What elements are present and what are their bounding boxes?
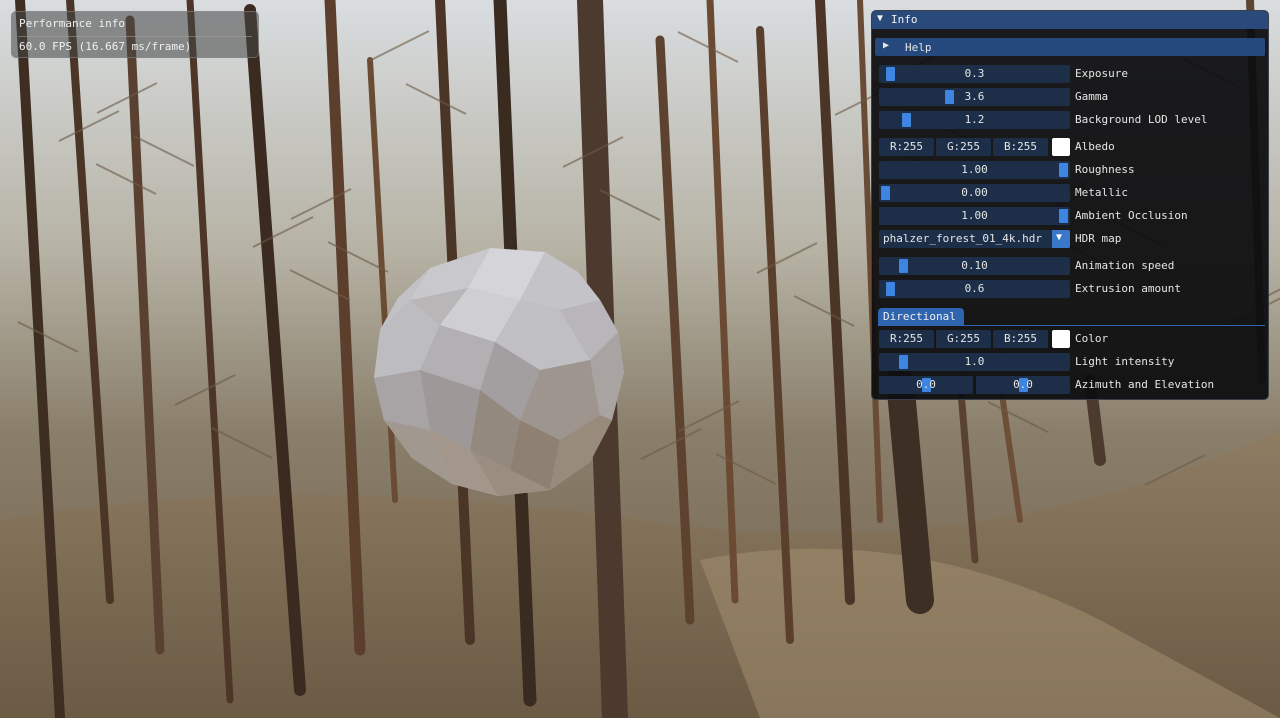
background-lod-value: 1.2 — [964, 113, 985, 126]
dropdown-button[interactable]: ▼ — [1052, 230, 1070, 248]
background-lod-slider[interactable]: 1.2 — [879, 111, 1070, 129]
gamma-label: Gamma — [1075, 90, 1109, 103]
azimuth-elevation-label: Azimuth and Elevation — [1075, 378, 1215, 391]
color-r-value: R:255 — [889, 332, 924, 345]
color-label: Color — [1075, 332, 1109, 345]
info-titlebar[interactable]: ▼ Info — [872, 11, 1268, 29]
help-label: Help — [905, 41, 932, 54]
azimuth-slider[interactable]: 0.0 — [879, 376, 973, 394]
elevation-value: 0.0 — [1013, 378, 1033, 391]
albedo-g-input[interactable]: G:255 — [936, 138, 991, 156]
color-g-input[interactable]: G:255 — [936, 330, 991, 348]
albedo-g-value: G:255 — [946, 140, 981, 153]
animation-speed-label: Animation speed — [1075, 259, 1175, 272]
light-intensity-slider[interactable]: 1.0 — [879, 353, 1070, 371]
albedo-b-input[interactable]: B:255 — [993, 138, 1048, 156]
fps-readout: 60.0 FPS (16.667 ms/frame) — [19, 40, 192, 53]
roughness-value: 1.00 — [961, 163, 988, 176]
expand-arrow-icon: ▶ — [883, 40, 890, 51]
albedo-r-input[interactable]: R:255 — [879, 138, 934, 156]
tree-trunk — [886, 366, 934, 614]
color-b-input[interactable]: B:255 — [993, 330, 1048, 348]
extrusion-amount-value: 0.6 — [964, 282, 985, 295]
extrusion-amount-slider[interactable]: 0.6 — [879, 280, 1070, 298]
tab-underline — [878, 325, 1265, 326]
color-r-input[interactable]: R:255 — [879, 330, 934, 348]
extrusion-amount-label: Extrusion amount — [1075, 282, 1181, 295]
hdr-map-value: phalzer_forest_01_4k.hdr — [883, 232, 1042, 245]
light-intensity-value: 1.0 — [964, 355, 985, 368]
elevation-slider[interactable]: 0.0 — [976, 376, 1070, 394]
help-header[interactable]: ▶ Help — [875, 38, 1265, 56]
metallic-slider[interactable]: 0.00 — [879, 184, 1070, 202]
albedo-b-value: B:255 — [1003, 140, 1038, 153]
background-lod-label: Background LOD level — [1075, 113, 1208, 126]
albedo-label: Albedo — [1075, 140, 1115, 153]
ambient-occlusion-label: Ambient Occlusion — [1075, 209, 1188, 222]
exposure-value: 0.3 — [964, 67, 985, 80]
color-b-value: B:255 — [1003, 332, 1038, 345]
hdr-map-dropdown[interactable]: phalzer_forest_01_4k.hdr ▼ — [879, 230, 1070, 248]
roughness-label: Roughness — [1075, 163, 1135, 176]
color-g-value: G:255 — [946, 332, 981, 345]
azimuth-value: 0.0 — [916, 378, 936, 391]
gamma-value: 3.6 — [964, 90, 985, 103]
tab-directional-label: Directional — [883, 310, 956, 323]
tab-directional[interactable]: Directional — [878, 308, 964, 325]
collapse-arrow-icon[interactable]: ▼ — [877, 13, 883, 24]
albedo-r-value: R:255 — [889, 140, 924, 153]
exposure-label: Exposure — [1075, 67, 1128, 80]
metallic-value: 0.00 — [961, 186, 988, 199]
performance-overlay: Performance info 60.0 FPS (16.667 ms/fra… — [11, 11, 259, 58]
exposure-slider[interactable]: 0.3 — [879, 65, 1070, 83]
roughness-slider[interactable]: 1.00 — [879, 161, 1070, 179]
divider — [18, 36, 252, 37]
ambient-occlusion-value: 1.00 — [961, 209, 988, 222]
albedo-color-swatch[interactable] — [1052, 138, 1070, 156]
animation-speed-value: 0.10 — [961, 259, 988, 272]
ambient-occlusion-slider[interactable]: 1.00 — [879, 207, 1070, 225]
info-window[interactable]: ▼ Info ▶ Help 0.3 Exposure 3.6 Gamma 1.2… — [871, 10, 1269, 400]
animation-speed-slider[interactable]: 0.10 — [879, 257, 1070, 275]
hdr-map-label: HDR map — [1075, 232, 1122, 245]
chevron-down-icon: ▼ — [1056, 232, 1063, 243]
light-intensity-label: Light intensity — [1075, 355, 1175, 368]
info-title: Info — [891, 13, 918, 26]
performance-title: Performance info — [19, 17, 125, 30]
gamma-slider[interactable]: 3.6 — [879, 88, 1070, 106]
color-swatch[interactable] — [1052, 330, 1070, 348]
metallic-label: Metallic — [1075, 186, 1128, 199]
